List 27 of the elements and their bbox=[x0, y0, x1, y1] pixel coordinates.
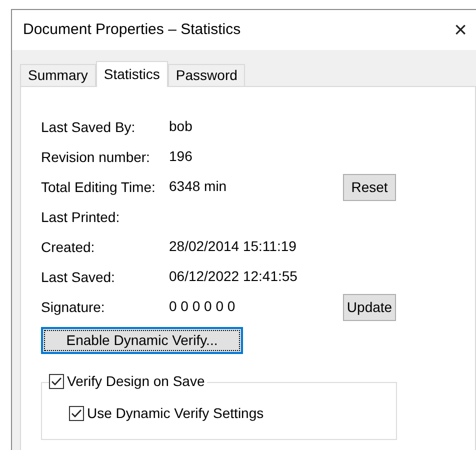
field-button[interactable]: Update bbox=[343, 294, 396, 320]
checkmark-icon bbox=[51, 377, 62, 386]
tab[interactable]: Statistics bbox=[96, 61, 168, 87]
close-button[interactable]: × bbox=[454, 19, 467, 41]
checkbox-label: Verify Design on Save bbox=[67, 372, 205, 391]
checkbox-label: Use Dynamic Verify Settings bbox=[87, 404, 264, 423]
field-button[interactable]: Reset bbox=[343, 174, 396, 200]
checkmark-icon bbox=[71, 409, 82, 418]
field-label: Total Editing Time: bbox=[41, 178, 156, 197]
field-value: 28/02/2014 15:11:19 bbox=[169, 238, 296, 254]
field-value: 0 0 0 0 0 0 bbox=[169, 298, 236, 314]
window-title: Document Properties – Statistics bbox=[23, 20, 241, 40]
field-label: Created: bbox=[41, 238, 96, 256]
field-label: Revision number: bbox=[41, 148, 151, 166]
tab[interactable]: Summary bbox=[20, 64, 96, 86]
enable-dynamic-verify-button[interactable]: Enable Dynamic Verify... bbox=[41, 327, 243, 354]
field-value: 196 bbox=[169, 148, 192, 164]
field-value: bob bbox=[169, 118, 192, 134]
checkbox[interactable] bbox=[49, 374, 64, 389]
field-label: Last Saved By: bbox=[41, 118, 136, 137]
field-value: 6348 min bbox=[169, 178, 227, 194]
field-label: Last Saved: bbox=[41, 268, 116, 286]
field-label: Last Printed: bbox=[41, 208, 121, 226]
tab[interactable]: Password bbox=[168, 64, 246, 86]
field-label: Signature: bbox=[41, 298, 106, 317]
checkbox[interactable] bbox=[69, 406, 84, 421]
field-value: 06/12/2022 12:41:55 bbox=[169, 268, 298, 284]
